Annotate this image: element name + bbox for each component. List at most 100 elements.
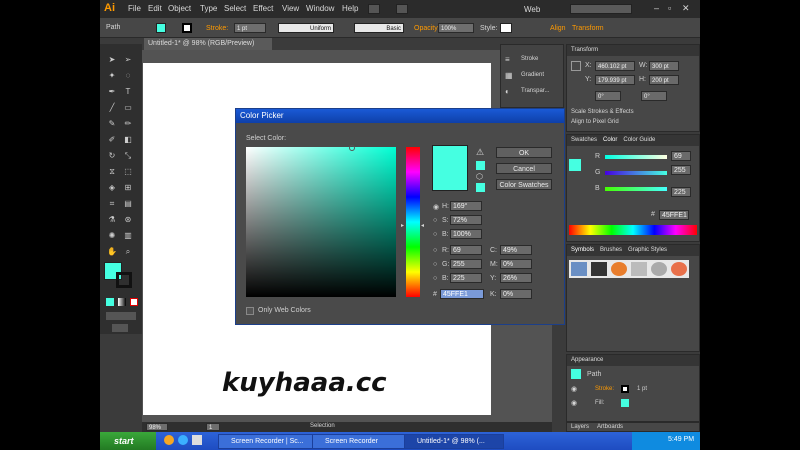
tab-swatches[interactable]: Swatches [571, 135, 597, 146]
shape-builder-tool-icon[interactable]: ◈ [106, 182, 118, 194]
profile-select[interactable]: Uniform [278, 23, 334, 33]
h-field[interactable]: 200 pt [649, 75, 679, 85]
appearance-stroke-swatch[interactable] [621, 385, 629, 393]
minimize-icon[interactable]: – [654, 3, 659, 13]
m-field[interactable]: 0% [500, 259, 532, 269]
visibility-eye-icon[interactable]: ◉ [571, 399, 577, 407]
zoom-field[interactable]: 98% [146, 423, 168, 431]
color-field[interactable] [246, 147, 396, 297]
h-radio[interactable]: ◉ [433, 203, 439, 211]
symbol-item[interactable] [671, 262, 687, 276]
b-field[interactable]: 225 [671, 187, 691, 197]
blue-field[interactable]: 225 [450, 273, 482, 283]
web-safe-icon[interactable]: ⬡ [476, 172, 483, 181]
menu-object[interactable]: Object [168, 4, 191, 13]
symbol-item[interactable] [631, 262, 647, 276]
direct-selection-tool-icon[interactable]: ➢ [122, 54, 134, 66]
gradient-tool-icon[interactable]: ▤ [122, 198, 134, 210]
s-field[interactable]: 72% [450, 215, 482, 225]
shear-field[interactable]: 0° [641, 91, 667, 101]
ok-button[interactable]: OK [496, 147, 552, 158]
transform-panel-header[interactable]: Transform [567, 45, 699, 56]
rotate-tool-icon[interactable]: ↻ [106, 150, 118, 162]
tab-graphic-styles[interactable]: Graphic Styles [628, 245, 667, 256]
menu-effect[interactable]: Effect [253, 4, 273, 13]
reference-point-icon[interactable] [571, 61, 581, 71]
type-tool-icon[interactable]: T [122, 86, 134, 98]
blob-brush-tool-icon[interactable]: ✐ [106, 134, 118, 146]
hue-slider[interactable] [406, 147, 420, 297]
r-field[interactable]: 69 [450, 245, 482, 255]
zoom-tool-icon[interactable]: ⌕ [122, 246, 134, 258]
none-mode-icon[interactable] [130, 298, 138, 306]
bridge-icon[interactable] [368, 4, 380, 14]
selection-tool-icon[interactable]: ➤ [106, 54, 118, 66]
stroke-label[interactable]: Stroke: [206, 25, 228, 32]
opacity-label[interactable]: Opacity: [414, 25, 440, 32]
hand-tool-icon[interactable]: ✋ [106, 246, 118, 258]
align-link[interactable]: Align [550, 25, 566, 32]
menu-file[interactable]: File [128, 4, 141, 13]
firefox-icon[interactable] [164, 435, 174, 445]
hex-field[interactable]: 45FFE1 [440, 289, 484, 299]
color-swatches-button[interactable]: Color Swatches [496, 179, 552, 190]
tab-color-guide[interactable]: Color Guide [623, 135, 655, 146]
g-slider[interactable] [605, 171, 667, 175]
tab-color[interactable]: Color [603, 135, 617, 146]
maximize-icon[interactable]: ▫ [668, 3, 671, 13]
workspace-switcher[interactable]: Web [524, 5, 540, 14]
menu-select[interactable]: Select [224, 4, 246, 13]
g-field[interactable]: 255 [671, 165, 691, 175]
stroke-swatch[interactable] [182, 23, 192, 33]
close-icon[interactable]: ✕ [682, 3, 690, 14]
menu-window[interactable]: Window [306, 4, 334, 13]
menu-view[interactable]: View [282, 4, 299, 13]
x-field[interactable]: 460.102 pt [595, 61, 635, 71]
g-field[interactable]: 255 [450, 259, 482, 269]
c-field[interactable]: 49% [500, 245, 532, 255]
hue-slider-handle-left[interactable]: ▸ [401, 222, 404, 229]
rectangle-tool-icon[interactable]: ▭ [122, 102, 134, 114]
paintbrush-tool-icon[interactable]: ✎ [106, 118, 118, 130]
opacity-field[interactable]: 100% [438, 23, 474, 33]
menu-type[interactable]: Type [200, 4, 217, 13]
menu-edit[interactable]: Edit [148, 4, 162, 13]
b-slider[interactable] [605, 187, 667, 191]
tab-symbols[interactable]: Symbols [571, 245, 594, 256]
fill-swatch[interactable] [156, 23, 166, 33]
web-safe-swatch[interactable] [476, 183, 485, 192]
pen-tool-icon[interactable]: ✒ [106, 86, 118, 98]
free-transform-tool-icon[interactable]: ⬚ [122, 166, 134, 178]
eraser-tool-icon[interactable]: ◧ [122, 134, 134, 146]
r-radio[interactable]: ○ [433, 247, 437, 254]
tab-artboards[interactable]: Artboards [597, 424, 623, 430]
blend-tool-icon[interactable]: ⊛ [122, 214, 134, 226]
menu-help[interactable]: Help [342, 4, 358, 13]
scale-strokes-checkbox[interactable]: Scale Strokes & Effects [571, 109, 634, 115]
out-of-gamut-icon[interactable]: ⚠ [476, 147, 484, 158]
web-colors-checkbox[interactable] [246, 307, 254, 315]
symbol-item[interactable] [651, 262, 667, 276]
gradient-panel-tab[interactable]: Gradient [521, 72, 544, 78]
column-graph-tool-icon[interactable]: ▥ [122, 230, 134, 242]
y-field[interactable]: 26% [500, 273, 532, 283]
r-slider[interactable] [605, 155, 667, 159]
panel-fill-swatch[interactable] [569, 159, 581, 171]
start-button[interactable]: start [100, 432, 156, 450]
transparency-panel-icon[interactable]: ◐ [505, 87, 510, 96]
scale-tool-icon[interactable]: ⤡ [122, 150, 134, 162]
arrange-icon[interactable] [396, 4, 408, 14]
b-field[interactable]: 100% [450, 229, 482, 239]
hex-field[interactable]: 45FFE1 [659, 210, 689, 220]
hue-slider-handle-right[interactable]: ◂ [421, 222, 424, 229]
cancel-button[interactable]: Cancel [496, 163, 552, 174]
y-field[interactable]: 179.939 pt [595, 75, 635, 85]
gamut-color-swatch[interactable] [476, 161, 485, 170]
ie-icon[interactable] [178, 435, 188, 445]
transform-link[interactable]: Transform [572, 25, 604, 32]
clock[interactable]: 5:49 PM [668, 436, 694, 443]
symbol-item[interactable] [571, 262, 587, 276]
document-tab[interactable]: Untitled-1* @ 98% (RGB/Preview) [144, 38, 272, 50]
h-field[interactable]: 169° [450, 201, 482, 211]
taskbar-task[interactable]: Screen Recorder | Sc... [218, 434, 318, 449]
